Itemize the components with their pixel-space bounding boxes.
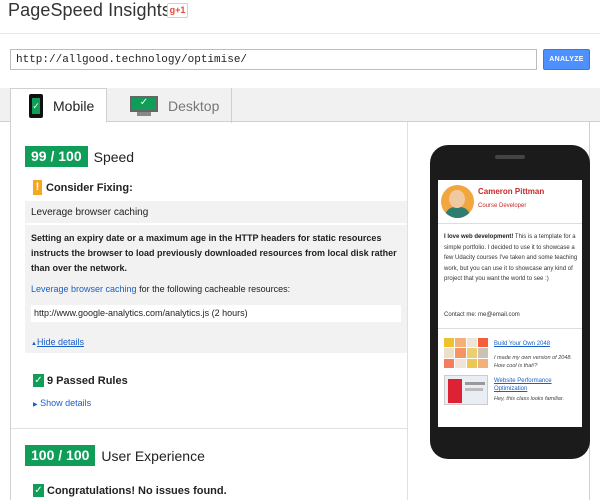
- ux-score-row: 100 / 100 User Experience: [25, 445, 205, 466]
- check-icon: ✓: [33, 484, 44, 497]
- url-input[interactable]: [10, 49, 537, 70]
- header-bar: PageSpeed Insights g+1: [0, 0, 600, 34]
- ux-score-badge: 100 / 100: [25, 445, 96, 466]
- project-link[interactable]: Build Your Own 2048: [494, 340, 578, 348]
- portfolio-contact: Contact me: me@email.com: [444, 312, 520, 318]
- portfolio-role: Course Developer: [478, 203, 527, 209]
- phone-preview: Cameron Pittman Course Developer I love …: [430, 145, 590, 459]
- tab-desktop[interactable]: ✓ Desktop: [112, 88, 232, 123]
- portfolio-bio: I love web development! This is a templa…: [444, 232, 578, 285]
- rule-details-box: Leverage browser caching Setting an expi…: [25, 201, 407, 353]
- show-details-link[interactable]: ▶ Show details: [33, 398, 91, 408]
- congrats-message: Congratulations! No issues found.: [47, 484, 227, 497]
- project-note: I made my own version of 2048. How cool …: [494, 355, 572, 369]
- section-divider: [11, 428, 407, 429]
- consider-fixing-title: Consider Fixing:: [46, 181, 133, 194]
- portfolio-bio-text: This is a template for a simple portfoli…: [444, 234, 578, 282]
- check-icon: ✓: [33, 374, 44, 387]
- hide-details-label: Hide details: [36, 337, 84, 347]
- project-link[interactable]: Website Performance Optimization: [494, 377, 578, 393]
- device-tabs: ✓ Mobile ✓ Desktop: [0, 88, 600, 123]
- project-thumbnail-performance: [444, 375, 488, 405]
- triangle-right-icon: ▶: [33, 402, 38, 408]
- rule-link-suffix: for the following cacheable resources:: [136, 284, 291, 294]
- preview-column: Cameron Pittman Course Developer I love …: [407, 122, 591, 500]
- consider-fixing-row: ! Consider Fixing:: [33, 180, 133, 195]
- phone-screenshot: Cameron Pittman Course Developer I love …: [438, 180, 582, 427]
- results-panel: 99 / 100 Speed ! Consider Fixing: Levera…: [10, 122, 590, 500]
- cacheable-resource: http://www.google-analytics.com/analytic…: [31, 305, 401, 322]
- project-note: Hey, this class looks familiar.: [494, 396, 564, 402]
- google-plus-button[interactable]: g+1: [167, 3, 188, 18]
- hide-details-link[interactable]: ▲Hide details: [31, 337, 84, 347]
- passed-rules-title: 9 Passed Rules: [47, 374, 128, 387]
- desktop-monitor-check-icon: ✓: [130, 95, 158, 116]
- project-thumbnail-2048: [444, 338, 488, 368]
- portfolio-bio-bold: I love web development!: [444, 234, 514, 240]
- avatar: [441, 185, 474, 218]
- congrats-row: ✓ Congratulations! No issues found.: [33, 484, 227, 497]
- leverage-caching-link[interactable]: Leverage browser caching: [31, 284, 137, 294]
- results-column: 99 / 100 Speed ! Consider Fixing: Levera…: [11, 122, 407, 500]
- portfolio-divider: [438, 328, 582, 329]
- speed-score-badge: 99 / 100: [25, 146, 88, 167]
- tab-mobile[interactable]: ✓ Mobile: [10, 88, 107, 123]
- tab-desktop-label: Desktop: [168, 97, 220, 114]
- tab-mobile-label: Mobile: [53, 97, 95, 114]
- speed-score-row: 99 / 100 Speed: [25, 146, 134, 167]
- ux-label: User Experience: [101, 447, 205, 464]
- phone-speaker: [495, 155, 525, 159]
- portfolio-header: Cameron Pittman Course Developer: [438, 180, 582, 224]
- speed-label: Speed: [93, 148, 135, 165]
- rule-description: Setting an expiry date or a maximum age …: [31, 233, 397, 273]
- mobile-phone-check-icon: ✓: [29, 93, 43, 118]
- portfolio-name: Cameron Pittman: [478, 187, 545, 196]
- rule-divider: [25, 223, 407, 225]
- analyze-button[interactable]: ANALYZE: [543, 49, 590, 70]
- rule-link-line: Leverage browser caching for the followi…: [31, 284, 290, 294]
- show-details-label: Show details: [40, 398, 92, 408]
- url-row: ANALYZE: [0, 35, 600, 87]
- passed-rules-row: ✓ 9 Passed Rules: [33, 374, 128, 387]
- app-title: PageSpeed Insights: [8, 0, 171, 20]
- rule-title: Leverage browser caching: [31, 207, 149, 218]
- warning-icon: !: [33, 180, 42, 195]
